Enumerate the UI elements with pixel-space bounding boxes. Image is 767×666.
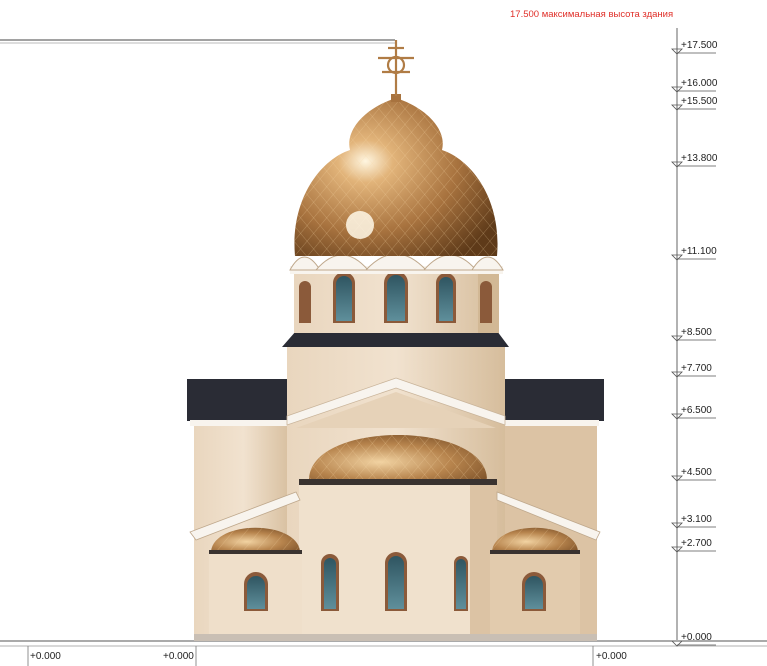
elevation-mark: +8.500 — [681, 327, 712, 338]
right-wing-roof — [505, 379, 604, 421]
kokoshnik — [364, 253, 428, 271]
kokoshnik — [422, 254, 478, 271]
window-glass — [247, 576, 265, 609]
elevation-mark: +2.700 — [681, 538, 712, 549]
window — [480, 281, 492, 323]
central-dome-base — [299, 479, 497, 485]
church-facade — [0, 28, 767, 666]
left-wing-cornice — [190, 420, 294, 426]
elevation-mark: +3.100 — [681, 514, 712, 525]
church-elevation-drawing: 17.500 максимальная высота здания +17.50… — [0, 0, 767, 666]
kokoshnik — [314, 254, 370, 271]
window-glass — [387, 275, 405, 321]
left-wing-roof — [187, 379, 288, 421]
window — [299, 281, 311, 323]
ground-level-label: +0.000 — [30, 651, 61, 662]
elevation-mark: +16.000 — [681, 78, 718, 89]
right-lower-dome-base — [490, 550, 580, 554]
main-dome-lattice-2 — [294, 98, 498, 256]
orthodox-cross-icon — [378, 40, 414, 96]
elevation-mark: +11.100 — [681, 246, 717, 257]
drum-base-roof — [282, 331, 509, 347]
elevation-mark: +17.500 — [681, 40, 718, 51]
window-glass — [456, 559, 466, 609]
elevation-mark: +13.800 — [681, 153, 718, 164]
elevation-mark: +4.500 — [681, 467, 712, 478]
window-glass — [336, 276, 352, 321]
right-wing-cornice — [499, 420, 599, 426]
elevation-mark: +15.500 — [681, 96, 718, 107]
ground-level-label: +0.000 — [596, 651, 627, 662]
window-glass — [525, 576, 543, 609]
elevation-mark: +6.500 — [681, 405, 712, 416]
kokoshnik — [289, 256, 321, 271]
max-height-note: 17.500 максимальная высота здания — [510, 9, 674, 20]
ground-level-label: +0.000 — [163, 651, 194, 662]
window-glass — [324, 558, 336, 609]
kokoshnik — [471, 256, 504, 271]
drum-kokoshniks — [289, 253, 504, 274]
window-glass — [439, 277, 453, 321]
window-glass — [388, 556, 404, 609]
plinth — [194, 634, 597, 641]
dome-highlight — [346, 211, 374, 239]
elevation-mark: +0.000 — [681, 632, 712, 643]
elevation-mark: +7.700 — [681, 363, 712, 374]
left-lower-dome-base — [209, 550, 302, 554]
